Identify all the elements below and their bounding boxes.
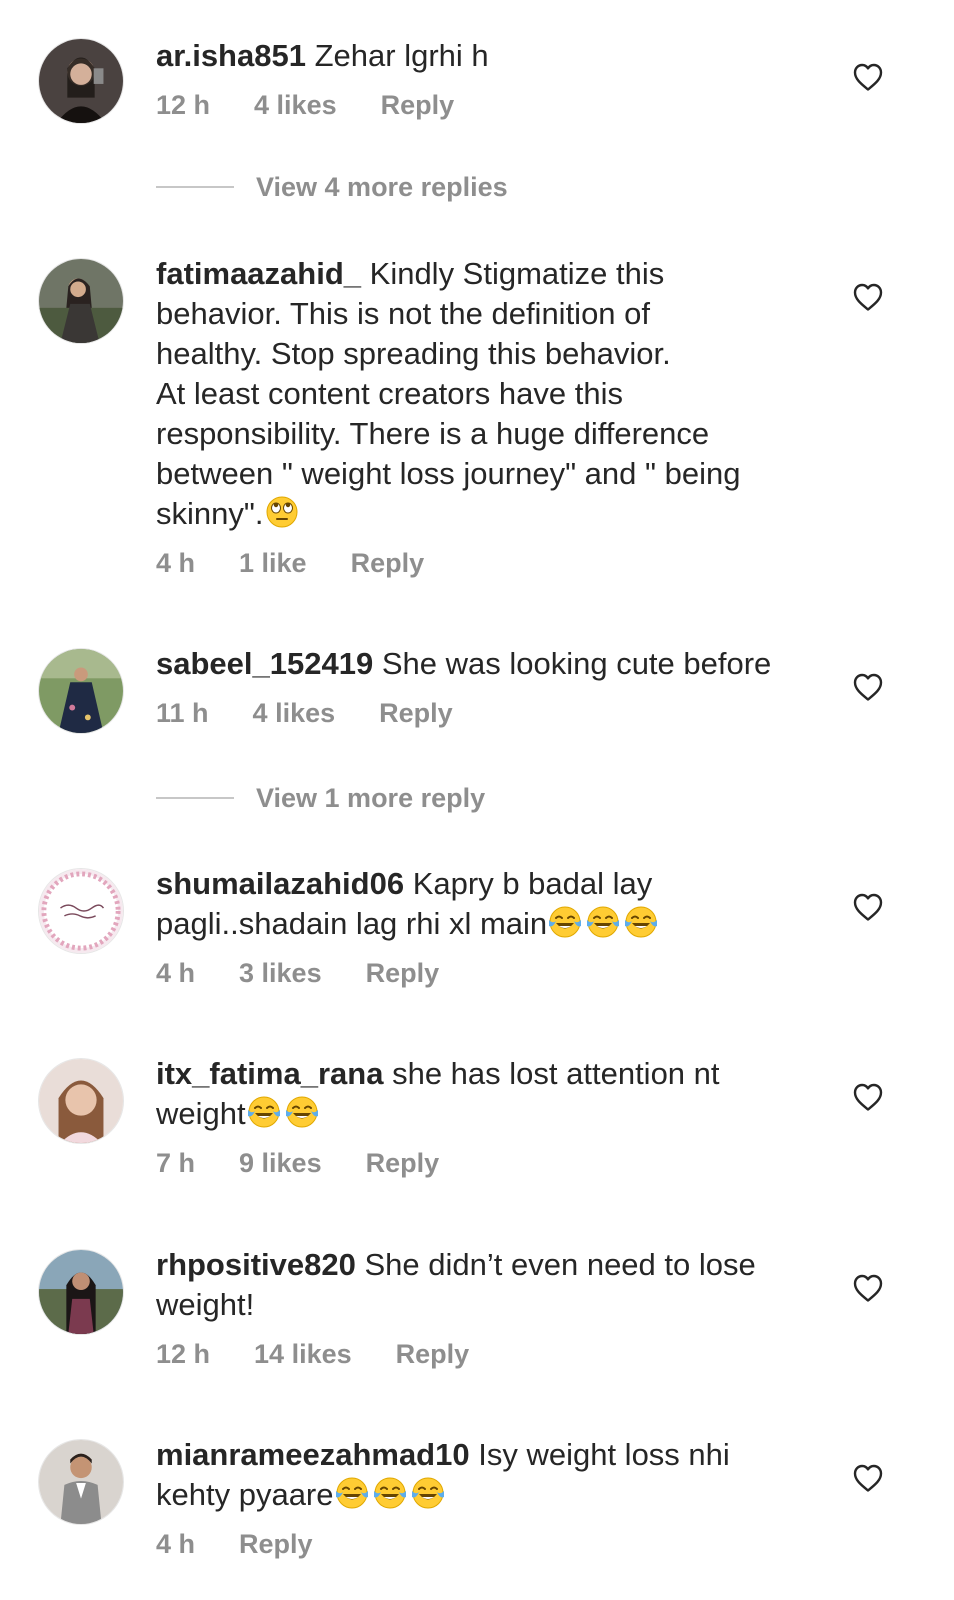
comment-content-line: responsibility. There is a huge differen… bbox=[156, 416, 710, 451]
comment-username[interactable]: mianrameezahmad10 bbox=[156, 1437, 470, 1472]
comment-likes[interactable]: 14 likes bbox=[254, 1337, 352, 1371]
comment-time: 4 h bbox=[156, 958, 196, 988]
comment-content-line: weight bbox=[156, 1096, 246, 1131]
comment-meta: 7 h 9 likes Reply bbox=[156, 1146, 836, 1180]
comment-username[interactable]: shumailazahid06 bbox=[156, 866, 404, 901]
heart-icon[interactable] bbox=[852, 62, 884, 92]
view-more-replies-label: View 1 more reply bbox=[256, 782, 486, 813]
comment-text: sabeel_152419 She was looking cute befor… bbox=[156, 644, 836, 684]
comment-content-line: between " weight loss journey" and " bei… bbox=[156, 456, 741, 491]
comment-text: rhpositive820 She didn’t even need to lo… bbox=[156, 1245, 836, 1325]
comment-meta: 4 h Reply bbox=[156, 1527, 836, 1561]
comment-likes[interactable]: 1 like bbox=[239, 546, 307, 580]
comment-body: fatimaazahid_ Kindly Stigmatize this beh… bbox=[156, 254, 836, 580]
tears-of-joy-emoji-icon bbox=[585, 904, 621, 940]
comment-username[interactable]: fatimaazahid_ bbox=[156, 256, 361, 291]
comment-likes[interactable]: 4 likes bbox=[254, 88, 337, 122]
comment-username[interactable]: rhpositive820 bbox=[156, 1247, 356, 1282]
reply-button[interactable]: Reply bbox=[381, 88, 455, 122]
reply-button[interactable]: Reply bbox=[351, 546, 425, 580]
avatar[interactable] bbox=[38, 868, 124, 954]
comment-username[interactable]: sabeel_152419 bbox=[156, 646, 373, 681]
reply-button[interactable]: Reply bbox=[239, 1527, 313, 1561]
comment-text: mianrameezahmad10 Isy weight loss nhi ke… bbox=[156, 1435, 836, 1515]
comment-content-line: pagli..shadain lag rhi xl main bbox=[156, 906, 548, 941]
tears-of-joy-emoji-icon bbox=[547, 904, 583, 940]
heart-icon[interactable] bbox=[852, 1463, 884, 1493]
tears-of-joy-emoji-icon bbox=[623, 904, 659, 940]
comment-content-line: she has lost attention nt bbox=[392, 1056, 720, 1091]
comment-username[interactable]: ar.isha851 bbox=[156, 38, 306, 73]
reply-button[interactable]: Reply bbox=[366, 956, 440, 990]
tears-of-joy-emoji-icon bbox=[284, 1094, 320, 1130]
comment-content: She was looking cute before bbox=[381, 646, 772, 681]
reply-button[interactable]: Reply bbox=[379, 696, 453, 730]
comment-meta: 11 h 4 likes Reply bbox=[156, 696, 836, 730]
heart-icon[interactable] bbox=[852, 1082, 884, 1112]
view-more-replies-button[interactable]: View 4 more replies bbox=[156, 167, 508, 207]
view-more-replies-label: View 4 more replies bbox=[256, 171, 508, 202]
avatar[interactable] bbox=[38, 1058, 124, 1144]
comment-meta: 4 h 1 like Reply bbox=[156, 546, 836, 580]
comment-body: mianrameezahmad10 Isy weight loss nhi ke… bbox=[156, 1435, 836, 1561]
comment-time: 12 h bbox=[156, 90, 211, 120]
comment-content-line: kehty pyaare bbox=[156, 1477, 334, 1512]
comment-content-line: weight! bbox=[156, 1287, 255, 1322]
rolling-eyes-emoji-icon bbox=[264, 494, 300, 530]
comment-meta: 12 h 4 likes Reply bbox=[156, 88, 836, 122]
comment-content-line: skinny". bbox=[156, 496, 264, 531]
comment-content: Zehar lgrhi h bbox=[314, 38, 489, 73]
reply-thread-line bbox=[156, 186, 234, 188]
reply-button[interactable]: Reply bbox=[366, 1146, 440, 1180]
comment-likes[interactable]: 9 likes bbox=[239, 1146, 322, 1180]
comment-content-line: Isy weight loss nhi bbox=[478, 1437, 730, 1472]
comment-text: ar.isha851 Zehar lgrhi h bbox=[156, 36, 836, 76]
view-more-replies-button[interactable]: View 1 more reply bbox=[156, 778, 485, 818]
comment-body: itx_fatima_rana she has lost attention n… bbox=[156, 1054, 836, 1180]
comment-text: fatimaazahid_ Kindly Stigmatize this beh… bbox=[156, 254, 836, 534]
comment-text: shumailazahid06 Kapry b badal lay pagli.… bbox=[156, 864, 836, 944]
heart-icon[interactable] bbox=[852, 1273, 884, 1303]
tears-of-joy-emoji-icon bbox=[246, 1094, 282, 1130]
comment-time: 11 h bbox=[156, 698, 209, 728]
heart-icon[interactable] bbox=[852, 282, 884, 312]
comment-time: 4 h bbox=[156, 548, 196, 578]
heart-icon[interactable] bbox=[852, 892, 884, 922]
comment-body: ar.isha851 Zehar lgrhi h 12 h 4 likes Repl… bbox=[156, 36, 836, 122]
avatar[interactable] bbox=[38, 1249, 124, 1335]
tears-of-joy-emoji-icon bbox=[334, 1475, 370, 1511]
comment-content-line: At least content creators have this bbox=[156, 376, 623, 411]
comment-content-line: Kapry b badal lay bbox=[412, 866, 653, 901]
comment-meta: 4 h 3 likes Reply bbox=[156, 956, 836, 990]
comment-body: rhpositive820 She didn’t even need to lo… bbox=[156, 1245, 836, 1371]
tears-of-joy-emoji-icon bbox=[372, 1475, 408, 1511]
comment-likes[interactable]: 4 likes bbox=[253, 696, 336, 730]
comment-content-line: She didn’t even need to lose bbox=[364, 1247, 756, 1282]
comment-content-line: healthy. Stop spreading this behavior. bbox=[156, 336, 671, 371]
comment-content-line: Kindly Stigmatize this bbox=[369, 256, 665, 291]
heart-icon[interactable] bbox=[852, 672, 884, 702]
tears-of-joy-emoji-icon bbox=[410, 1475, 446, 1511]
avatar[interactable] bbox=[38, 38, 124, 124]
reply-button[interactable]: Reply bbox=[396, 1337, 470, 1371]
comment-time: 12 h bbox=[156, 1339, 211, 1369]
reply-thread-line bbox=[156, 797, 234, 799]
comment-body: sabeel_152419 She was looking cute befor… bbox=[156, 644, 836, 730]
comment-meta: 12 h 14 likes Reply bbox=[156, 1337, 836, 1371]
comment-content-line: behavior. This is not the definition of bbox=[156, 296, 651, 331]
avatar[interactable] bbox=[38, 1439, 124, 1525]
avatar[interactable] bbox=[38, 258, 124, 344]
comment-username[interactable]: itx_fatima_rana bbox=[156, 1056, 383, 1091]
comment-time: 4 h bbox=[156, 1529, 196, 1559]
avatar[interactable] bbox=[38, 648, 124, 734]
comment-text: itx_fatima_rana she has lost attention n… bbox=[156, 1054, 836, 1134]
comment-time: 7 h bbox=[156, 1148, 196, 1178]
comment-body: shumailazahid06 Kapry b badal lay pagli.… bbox=[156, 864, 836, 990]
comment-likes[interactable]: 3 likes bbox=[239, 956, 322, 990]
